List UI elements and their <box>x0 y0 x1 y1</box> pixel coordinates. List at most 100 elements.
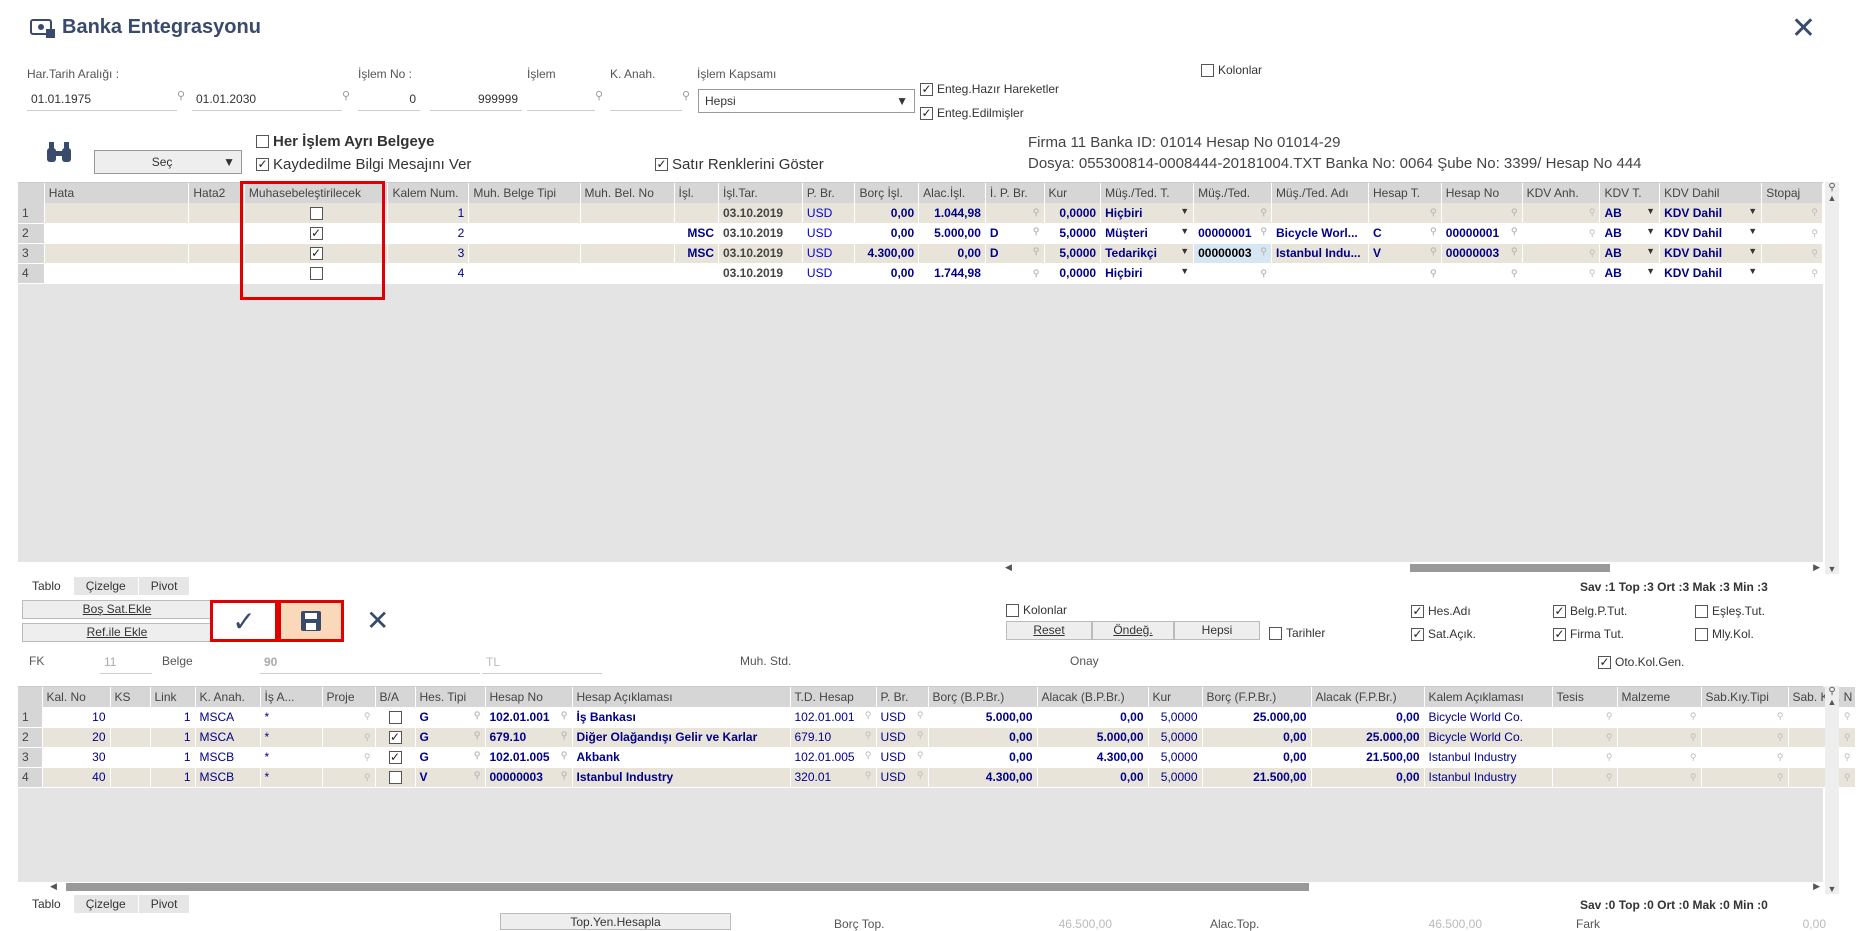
kdv-anh-cell[interactable]: ⚲ <box>1522 223 1601 244</box>
tesis-cell[interactable]: ⚲ <box>1552 727 1618 748</box>
kdv-anh-cell[interactable]: ⚲ <box>1522 203 1601 224</box>
search-icon[interactable]: ⚲ <box>1690 711 1697 722</box>
mus-ted-cell[interactable]: 00000003 ⚲ <box>1193 243 1272 264</box>
hesap-t-cell[interactable]: C ⚲ <box>1368 223 1442 244</box>
search-icon[interactable]: ⚲ <box>1825 182 1839 193</box>
enteg-done-checkbox[interactable]: ✓ Enteg.Edilmişler <box>920 106 1024 120</box>
search-icon[interactable]: ⚲ <box>1690 732 1697 743</box>
search-icon[interactable]: ⚲ <box>1606 711 1613 722</box>
mus-ted-type-cell[interactable]: Hiçbiri ▼ <box>1100 203 1195 224</box>
i-p-br-cell[interactable]: D ⚲ <box>985 243 1045 264</box>
search-icon[interactable]: ⚲ <box>1589 248 1596 259</box>
close-icon[interactable]: ✕ <box>1791 14 1816 44</box>
tab-pivot[interactable]: Pivot <box>138 895 191 913</box>
kdv-dahil-cell[interactable]: KDV Dahil ▼ <box>1659 223 1763 244</box>
column-header[interactable]: Alacak (B.P.Br.) <box>1037 687 1149 707</box>
search-icon[interactable]: ⚲ <box>1511 226 1518 237</box>
column-header[interactable]: Kur <box>1148 687 1203 707</box>
column-header[interactable]: Muh. Bel. No <box>580 183 675 203</box>
search-icon[interactable]: ⚲ <box>1033 268 1040 279</box>
column-header[interactable]: Borç İşl. <box>854 183 920 203</box>
stopaj-cell[interactable]: ⚲ <box>1761 223 1823 244</box>
scroll-right-icon[interactable]: ▶ <box>1813 562 1820 573</box>
belg-checkbox[interactable]: ✓ Belg.P.Tut. <box>1553 604 1627 618</box>
hes-tipi-cell[interactable]: G ⚲ <box>415 727 486 748</box>
tab-cizelge[interactable]: Çizelge <box>73 577 139 595</box>
column-header[interactable]: İşl. <box>674 183 720 203</box>
tab-tablo[interactable]: Tablo <box>20 895 74 913</box>
dropdown-arrow-icon[interactable]: ▼ <box>1646 246 1655 256</box>
p-br-cell[interactable]: USD ⚲ <box>876 767 929 788</box>
search-icon[interactable]: ⚲ <box>561 710 568 721</box>
checkbox-icon[interactable]: ✓ <box>1553 627 1566 641</box>
column-header[interactable]: Müş./Ted. T. <box>1100 183 1195 203</box>
hesap-t-cell[interactable]: V ⚲ <box>1368 243 1442 264</box>
save-button[interactable] <box>278 600 344 642</box>
column-header[interactable]: K. Anah. <box>195 687 261 707</box>
select-button[interactable]: Seç ▼ <box>94 150 242 174</box>
sab-kiy-tipi-cell[interactable]: ⚲ <box>1701 727 1789 748</box>
column-header[interactable]: Borç (B.P.Br.) <box>928 687 1038 707</box>
hesap-no-cell[interactable]: 00000001 ⚲ <box>1441 223 1523 244</box>
dropdown-arrow-icon[interactable]: ▼ <box>1748 226 1757 236</box>
checkbox-icon[interactable]: ✓ <box>1598 655 1611 669</box>
hesap-no-cell[interactable]: ⚲ <box>1441 263 1523 284</box>
dropdown-arrow-icon[interactable]: ▼ <box>1180 246 1189 256</box>
checkbox-icon[interactable]: ✓ <box>655 158 668 171</box>
dropdown-arrow-icon[interactable]: ▼ <box>1646 206 1655 216</box>
kdv-dahil-cell[interactable]: KDV Dahil ▼ <box>1659 263 1763 284</box>
kdv-t-cell[interactable]: AB ▼ <box>1599 223 1661 244</box>
txn-no-to-value[interactable]: 999999 <box>430 89 522 111</box>
kdv-t-cell[interactable]: AB ▼ <box>1599 263 1661 284</box>
malzeme-cell[interactable]: ⚲ <box>1617 747 1702 768</box>
search-icon[interactable]: ⚲ <box>364 711 371 722</box>
bottom-view-tabs[interactable]: Tablo Çizelge Pivot <box>20 895 191 913</box>
fk-field[interactable]: 11 <box>100 652 152 674</box>
dropdown-arrow-icon[interactable]: ▼ <box>1748 206 1757 216</box>
cancel-icon[interactable]: ✕ <box>366 604 389 637</box>
column-header[interactable]: Sab.Kıy.Tipi <box>1701 687 1789 707</box>
add-ref-row-button[interactable]: Ref.ile Ekle <box>22 623 212 642</box>
b-a-cell[interactable] <box>375 767 416 788</box>
search-icon[interactable]: ⚲ <box>1777 732 1784 743</box>
hesap-no-cell[interactable]: ⚲ <box>1441 203 1523 224</box>
search-icon[interactable]: ⚲ <box>561 730 568 741</box>
p-br-cell[interactable]: USD ⚲ <box>876 707 929 728</box>
tesis-cell[interactable]: ⚲ <box>1552 707 1618 728</box>
column-header[interactable]: Hesap No <box>1441 183 1523 203</box>
tab-cizelge[interactable]: Çizelge <box>73 895 139 913</box>
txn-no-to-field[interactable]: 999999 <box>430 89 522 111</box>
search-icon[interactable]: ⚲ <box>342 89 350 111</box>
p-br-cell[interactable]: USD ⚲ <box>876 727 929 748</box>
table-row[interactable]: 1 10 1 MSCA * ⚲ G ⚲ 102.01.001 ⚲ İş Bankası 102.01.… <box>18 707 1856 728</box>
checkbox-icon[interactable]: ✓ <box>920 106 933 120</box>
search-icon[interactable]: ⚲ <box>474 710 481 721</box>
search-icon[interactable]: ⚲ <box>1033 246 1040 257</box>
column-header[interactable]: Hesap T. <box>1368 183 1442 203</box>
search-icon[interactable]: ⚲ <box>1430 246 1437 257</box>
mus-ted-type-cell[interactable]: Tedarikçi ▼ <box>1100 243 1195 264</box>
scroll-left-icon[interactable]: ◀ <box>50 881 57 892</box>
dropdown-arrow-icon[interactable]: ▼ <box>1748 266 1757 276</box>
kdv-anh-cell[interactable]: ⚲ <box>1522 263 1601 284</box>
search-icon[interactable]: ⚲ <box>1690 772 1697 783</box>
scroll-right-icon[interactable]: ▶ <box>1813 881 1820 892</box>
save-msg-checkbox[interactable]: ✓ Kaydedilme Bilgi Mesajını Ver <box>256 156 471 173</box>
search-icon[interactable]: ⚲ <box>865 730 872 741</box>
date-from-value[interactable]: 01.01.1975 <box>27 89 177 111</box>
hscroll-thumb[interactable] <box>66 883 1309 891</box>
date-to-value[interactable]: 01.01.2030 <box>192 89 342 111</box>
kdv-t-cell[interactable]: AB ▼ <box>1599 243 1661 264</box>
column-header[interactable]: KS <box>110 687 151 707</box>
proje-cell[interactable]: ⚲ <box>322 767 376 788</box>
currency-field[interactable]: TL <box>482 652 602 674</box>
k-anah-field[interactable]: ⚲ <box>610 89 694 111</box>
date-to-field[interactable]: 01.01.2030 ⚲ <box>192 89 354 111</box>
checkbox-icon[interactable] <box>1006 603 1019 617</box>
firma-checkbox[interactable]: ✓ Firma Tut. <box>1553 627 1624 641</box>
search-icon[interactable]: ⚲ <box>1606 732 1613 743</box>
table-row[interactable]: 4 40 1 MSCB * ⚲ V ⚲ 00000003 ⚲ Istanbul Industry 32… <box>18 767 1856 788</box>
hes-tipi-cell[interactable]: G ⚲ <box>415 747 486 768</box>
search-icon[interactable]: ⚲ <box>1430 226 1437 237</box>
hesap-t-cell[interactable]: ⚲ <box>1368 263 1442 284</box>
